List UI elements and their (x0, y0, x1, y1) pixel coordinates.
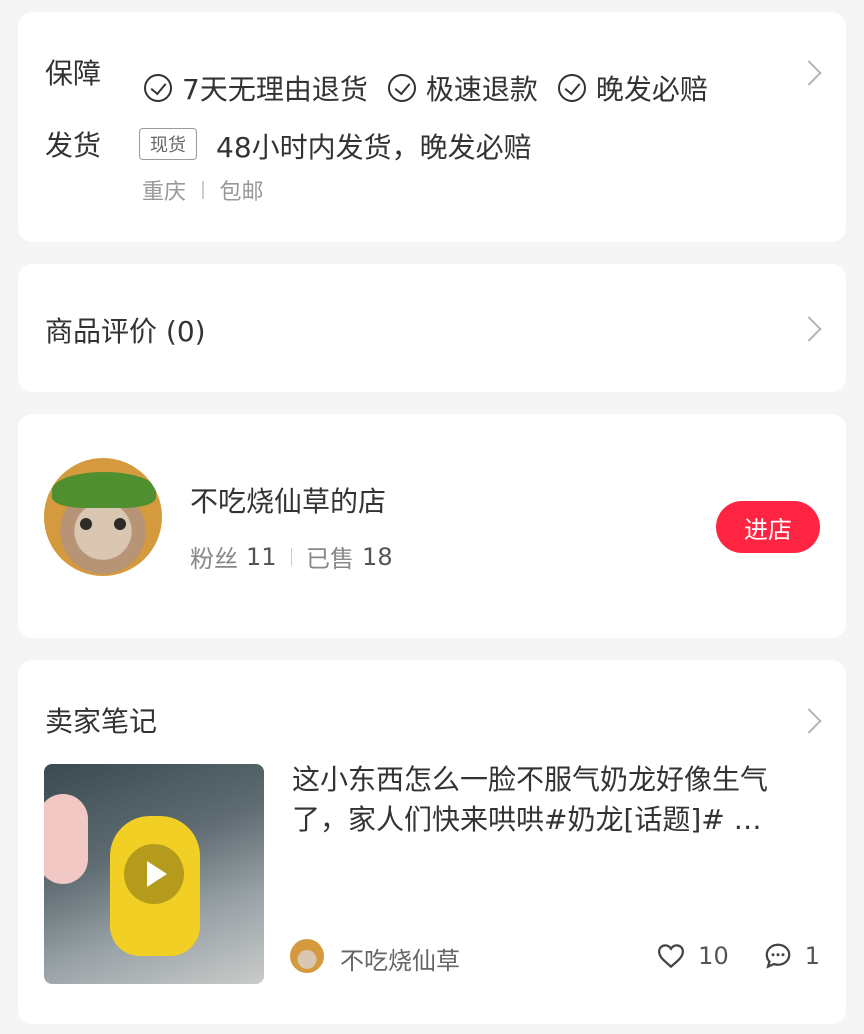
guarantee-item: 7天无理由退货 (144, 68, 368, 108)
shop-avatar[interactable] (44, 458, 162, 576)
sold-label: 已售 (306, 545, 355, 573)
shipping-text: 48小时内发货，晚发必赔 (216, 131, 532, 164)
enter-shop-button[interactable]: 进店 (716, 501, 820, 553)
play-icon[interactable] (124, 844, 184, 904)
chevron-right-icon[interactable] (796, 316, 822, 342)
reviews-card[interactable]: 商品评价 (0) (18, 264, 846, 392)
note-video-thumbnail[interactable] (44, 764, 264, 984)
chevron-right-icon[interactable] (796, 708, 822, 734)
chevron-right-icon[interactable] (796, 60, 822, 86)
avatar-hat (52, 472, 156, 508)
sold-count: 18 (362, 542, 393, 571)
divider (202, 181, 204, 199)
seller-notes-card: 卖家笔记 这小东西怎么一脸不服气奶龙好像生气了，家人们快来哄哄#奶龙[话题]# … (18, 660, 846, 1024)
guarantee-item: 晚发必赔 (557, 68, 708, 108)
avatar-eye (80, 518, 92, 530)
shop-stats: 粉丝 11 已售 18 (190, 539, 393, 574)
check-circle-icon (387, 74, 416, 102)
guarantee-list: 7天无理由退货 极速退款 晚发必赔 (144, 68, 728, 108)
fans-label: 粉丝 (190, 545, 238, 573)
guarantee-item: 极速退款 (387, 68, 538, 108)
divider (290, 547, 293, 566)
fans-count: 11 (246, 542, 277, 571)
shipping-label: 发货 (45, 129, 102, 162)
in-stock-tag: 现货 (139, 128, 197, 160)
note-meta: 10 1 (656, 941, 820, 971)
guarantee-text: 晚发必赔 (595, 73, 708, 106)
shop-card[interactable]: 不吃烧仙草的店 粉丝 11 已售 18 进店 (18, 414, 846, 638)
like-count: 10 (698, 942, 729, 970)
reviews-label: 商品评价 (0) (45, 315, 206, 348)
note-author[interactable]: 不吃烧仙草 (340, 941, 460, 976)
heart-icon[interactable] (656, 941, 686, 971)
guarantee-text: 极速退款 (425, 73, 538, 106)
thumbnail-plush (44, 794, 88, 884)
comment-count: 1 (804, 942, 820, 970)
guarantee-text: 7天无理由退货 (182, 73, 368, 106)
shipping-details: 重庆 包邮 (142, 174, 264, 206)
ship-origin: 重庆 (142, 180, 187, 205)
guarantee-label: 保障 (45, 57, 102, 90)
author-avatar[interactable] (290, 939, 324, 973)
ship-fee: 包邮 (219, 180, 264, 205)
comment-icon[interactable] (763, 941, 793, 971)
note-title[interactable]: 这小东西怎么一脸不服气奶龙好像生气了，家人们快来哄哄#奶龙[话题]# … (292, 760, 822, 840)
check-circle-icon (557, 74, 586, 102)
shop-name[interactable]: 不吃烧仙草的店 (190, 480, 386, 520)
avatar-eye (114, 518, 126, 530)
check-circle-icon (144, 74, 172, 102)
notes-section-title: 卖家笔记 (45, 705, 158, 738)
service-card[interactable]: 保障 7天无理由退货 极速退款 晚发必赔 发货 现货 48小时内发货，晚发必赔 … (18, 12, 846, 242)
